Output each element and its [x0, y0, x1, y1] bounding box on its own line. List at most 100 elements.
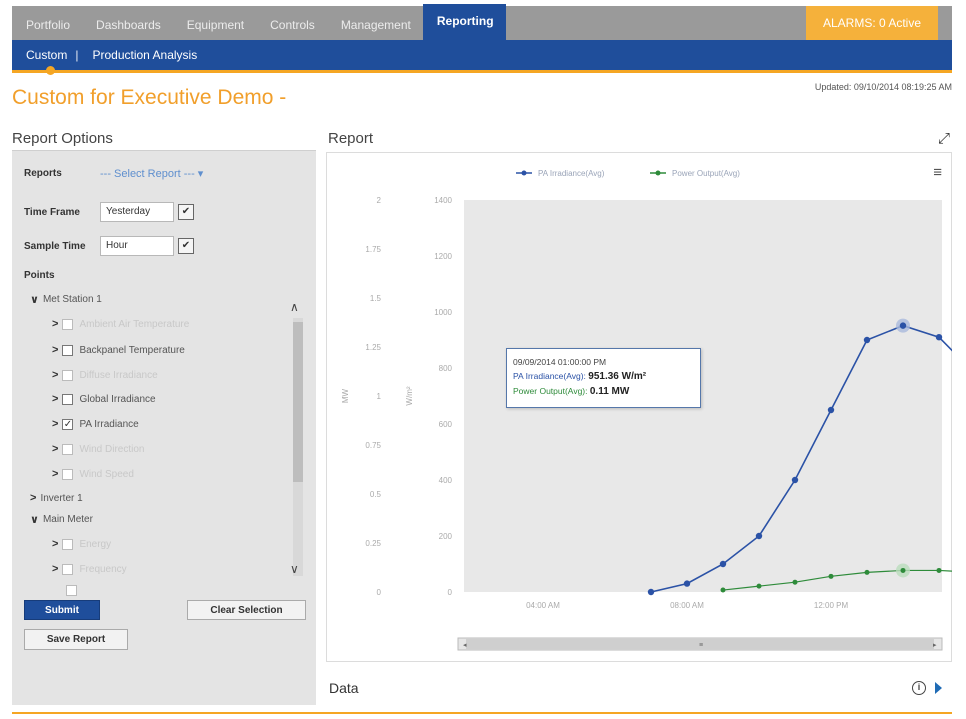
tab-management[interactable]: Management — [327, 6, 423, 40]
left-axis-tick: 1 — [377, 392, 382, 401]
checkbox-checked[interactable]: ✓ — [62, 418, 74, 430]
x-axis-tick: 04:00 AM — [526, 601, 560, 610]
data-point — [647, 588, 655, 596]
scroll-down-icon[interactable]: ∨ — [290, 562, 299, 576]
tree-item[interactable]: > ✓ PA Irradiance — [52, 418, 139, 430]
data-point — [683, 580, 691, 587]
expand-arrow-icon[interactable] — [935, 682, 942, 694]
tree-node-main-meter[interactable]: ∨ Main Meter — [30, 513, 93, 526]
checkbox[interactable] — [62, 318, 74, 330]
legend-marker — [655, 170, 661, 176]
checkbox[interactable] — [62, 563, 74, 575]
report-title: Report — [328, 130, 374, 147]
chevron-right-icon[interactable]: > — [52, 468, 58, 480]
subnav-separator: | — [75, 48, 79, 62]
legend-marker — [521, 170, 527, 176]
chevron-right-icon[interactable]: > — [52, 418, 58, 430]
left-axis-tick: 1.75 — [365, 245, 381, 254]
tree-item[interactable]: > Backpanel Temperature — [52, 344, 185, 356]
tree-node-met-station[interactable]: ∨ Met Station 1 — [30, 293, 102, 306]
chart-tooltip: 09/09/2014 01:00:00 PM PA Irradiance(Avg… — [506, 348, 701, 408]
submit-button[interactable]: Submit — [24, 600, 100, 620]
right-axis-tick: 200 — [439, 532, 453, 541]
chevron-right-icon[interactable]: > — [52, 393, 58, 405]
chevron-right-icon[interactable]: > — [52, 443, 58, 455]
chevron-right-icon[interactable]: > — [52, 318, 58, 330]
reports-label: Reports — [24, 168, 62, 179]
left-axis-label: MW — [341, 388, 350, 403]
data-point — [936, 567, 942, 573]
tree-item[interactable]: > Global Irradiance — [52, 393, 156, 405]
checkbox[interactable] — [62, 369, 74, 381]
checkbox[interactable] — [62, 393, 74, 405]
select-report-dropdown[interactable]: --- Select Report --- ▾ — [100, 167, 203, 180]
tree-scrollbar-thumb[interactable] — [293, 322, 303, 482]
checkbox[interactable] — [66, 585, 77, 596]
expand-icon[interactable]: ⤢ — [938, 130, 950, 147]
checkbox[interactable] — [62, 443, 74, 455]
tooltip-power-label: Power Output(Avg): — [513, 386, 590, 396]
tab-equipment[interactable]: Equipment — [173, 6, 256, 40]
info-icon[interactable]: i — [912, 681, 926, 695]
tree-item[interactable]: > Wind Direction — [52, 443, 144, 455]
navigator-grip-icon: ≡ — [699, 642, 703, 649]
left-axis-tick: 0.25 — [365, 539, 381, 548]
data-point — [792, 579, 798, 585]
chevron-down-icon[interactable]: ∨ — [30, 293, 39, 306]
chevron-down-icon[interactable]: ✔ — [178, 204, 194, 220]
time-frame-select[interactable]: Yesterday — [100, 202, 174, 222]
data-point — [720, 587, 726, 593]
left-axis-tick: 2 — [377, 196, 382, 205]
chevron-right-icon[interactable]: > — [30, 492, 36, 504]
chevron-right-icon[interactable]: > — [52, 344, 58, 356]
chevron-right-icon[interactable]: > — [52, 369, 58, 381]
data-point — [719, 560, 727, 568]
alarms-button[interactable]: ALARMS: 0 Active — [806, 6, 938, 40]
tree-item[interactable]: > Frequency — [52, 563, 127, 575]
tooltip-irradiance-value: 951.36 W/m² — [588, 371, 647, 382]
tree-item-label: Wind Direction — [79, 443, 145, 455]
data-point — [756, 583, 762, 589]
right-axis-tick: 0 — [448, 588, 453, 597]
tab-portfolio[interactable]: Portfolio — [12, 6, 82, 40]
tree-node-inverter[interactable]: > Inverter 1 — [30, 492, 83, 504]
tree-item[interactable]: > Wind Speed — [52, 468, 134, 480]
checkbox[interactable] — [62, 344, 74, 356]
tree-item-partial[interactable] — [66, 585, 83, 596]
menu-icon[interactable]: ≡ — [933, 164, 942, 181]
chevron-right-icon[interactable]: > — [52, 538, 58, 550]
sample-time-select[interactable]: Hour — [100, 236, 174, 256]
save-report-button[interactable]: Save Report — [24, 629, 128, 650]
data-point — [791, 476, 799, 484]
left-axis-tick: 1.25 — [365, 343, 381, 352]
subtab-production-analysis[interactable]: Production Analysis — [78, 48, 205, 62]
clear-selection-button[interactable]: Clear Selection — [187, 600, 306, 620]
checkbox[interactable] — [62, 468, 74, 480]
subtab-custom[interactable]: Custom — [12, 48, 75, 62]
tree-item[interactable]: > Energy — [52, 538, 111, 550]
right-axis-tick: 600 — [439, 420, 453, 429]
tree-item[interactable]: > Ambient Air Temperature — [52, 318, 189, 330]
checkbox[interactable] — [62, 538, 74, 550]
sub-nav: Custom | Production Analysis — [12, 40, 952, 70]
data-point — [863, 336, 871, 344]
top-nav: Portfolio Dashboards Equipment Controls … — [12, 4, 952, 40]
main-meter-label: Main Meter — [42, 514, 93, 525]
chevron-right-icon[interactable]: > — [52, 563, 58, 575]
tree-item-label: Backpanel Temperature — [79, 344, 185, 356]
chevron-down-icon[interactable]: ✔ — [178, 238, 194, 254]
tab-dashboards[interactable]: Dashboards — [82, 6, 173, 40]
sample-time-label: Sample Time — [24, 241, 86, 252]
tab-controls[interactable]: Controls — [256, 6, 327, 40]
scroll-up-icon[interactable]: ∧ — [290, 300, 299, 314]
legend-label: Power Output(Avg) — [672, 169, 740, 178]
tooltip-irradiance-label: PA Irradiance(Avg): — [513, 371, 589, 381]
left-axis-tick: 0.75 — [365, 441, 381, 450]
right-axis-label: W/m² — [405, 386, 414, 405]
tab-reporting[interactable]: Reporting — [422, 4, 506, 40]
x-axis-tick: 08:00 AM — [670, 601, 704, 610]
tree-item[interactable]: > Diffuse Irradiance — [52, 369, 158, 381]
tooltip-power-value: 0.11 MW — [589, 386, 630, 397]
chevron-down-icon[interactable]: ∨ — [30, 513, 39, 526]
page-title[interactable]: Custom for Executive Demo - — [12, 86, 286, 110]
